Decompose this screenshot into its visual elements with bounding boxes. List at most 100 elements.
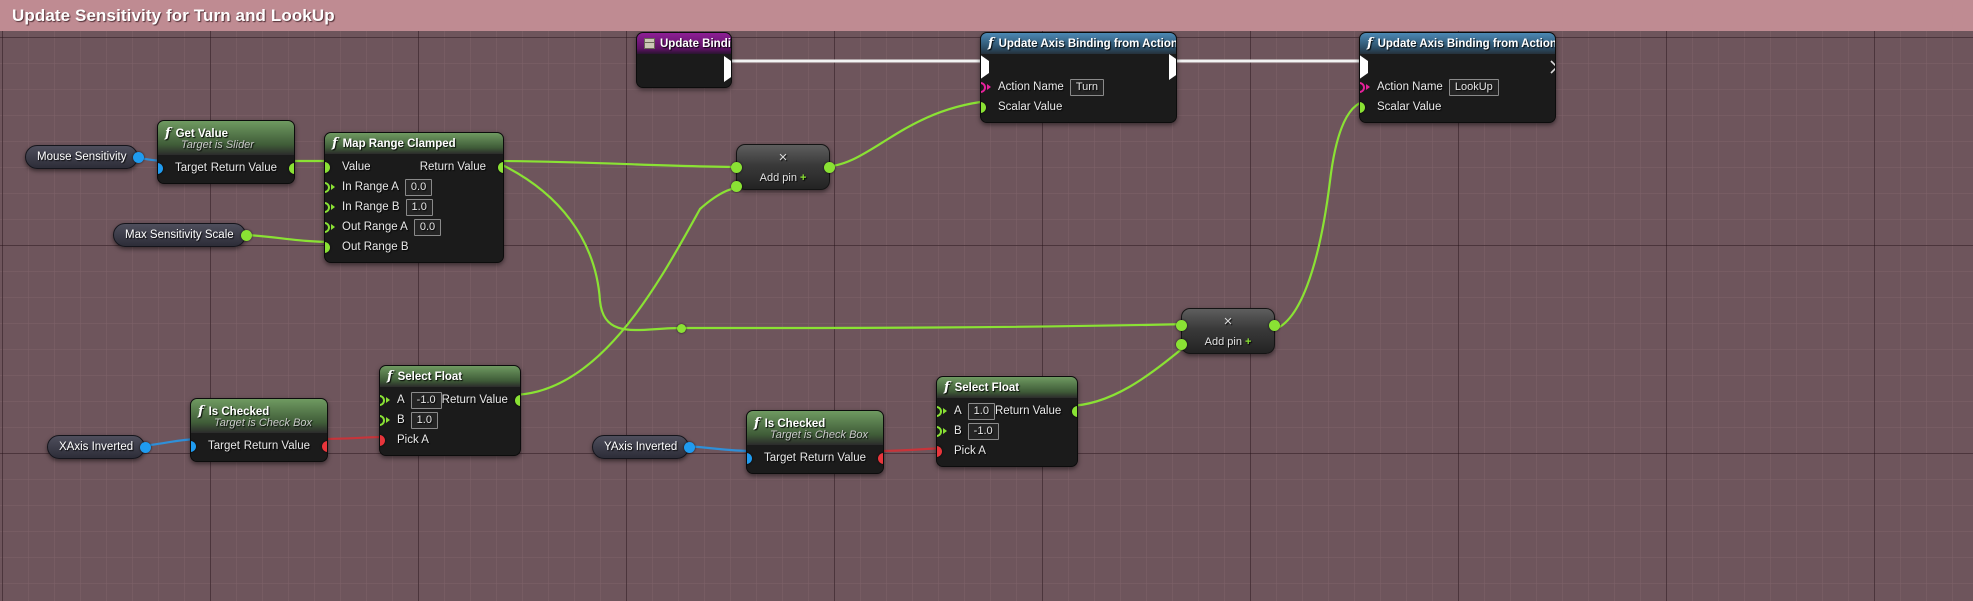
input-pin-label: Pick A [397,434,429,446]
input-pin-b[interactable] [937,425,947,437]
node-is-checked-y[interactable]: f Is Checked Target is Check Box Target … [746,410,884,474]
add-pin-button[interactable]: Add pin + [737,172,829,184]
event-icon [644,38,655,49]
input-pin-scalar-value[interactable] [981,101,986,113]
input-pin-target[interactable] [747,452,752,464]
input-pin-b[interactable] [380,414,390,426]
variable-node-max-sensitivity-scale[interactable]: Max Sensitivity Scale [113,223,252,247]
input-exec-pin[interactable] [981,54,989,80]
node-header: f Select Float [937,377,1077,398]
input-value-a[interactable]: 1.0 [967,402,995,420]
pin-row: Out Range B [325,237,503,257]
output-pin-return-value[interactable] [515,394,520,406]
output-pin-return-value[interactable] [878,452,883,464]
add-pin-button[interactable]: Add pin + [1182,336,1274,348]
add-pin-label: Add pin [759,172,797,184]
pin-row [981,54,1176,80]
input-pin-scalar-value[interactable] [1360,101,1365,113]
variable-node-xaxis-inverted[interactable]: XAxis Inverted [47,435,152,459]
pin-row: Action Name Turn [981,77,1176,97]
node-update-axis-binding-lookup[interactable]: f Update Axis Binding from Action Name A… [1359,32,1556,123]
node-body: A -1.0 Return Value B 1.0 Pick A [380,387,520,455]
node-header: f Map Range Clamped [325,133,503,154]
node-title: Update Axis Binding from Action Name [1377,37,1556,50]
variable-node-mouse-sensitivity[interactable]: Mouse Sensitivity [25,145,145,169]
input-exec-pin[interactable] [1360,54,1368,80]
input-pin-out-range-a[interactable] [325,221,335,233]
output-pin-dot[interactable] [133,151,145,163]
input-pin-target[interactable] [158,162,163,174]
input-value-b[interactable]: 1.0 [410,411,438,429]
node-select-float-y[interactable]: f Select Float A 1.0 Return Value B -1.0 [936,376,1078,467]
input-pin-out-range-b[interactable] [325,241,330,253]
node-update-axis-binding-turn[interactable]: f Update Axis Binding from Action Name A… [980,32,1177,123]
blueprint-graph-canvas[interactable]: Mouse Sensitivity Max Sensitivity Scale … [0,31,1973,601]
output-pin-dot[interactable] [240,229,252,241]
input-value-in-range-b[interactable]: 1.0 [405,198,433,216]
input-pin-label: In Range B [342,201,400,213]
input-value-a[interactable]: -1.0 [410,391,442,409]
input-value-b[interactable]: -1.0 [967,422,999,440]
output-pin-return-value[interactable] [1072,405,1077,417]
input-pin-action-name[interactable] [981,81,991,93]
output-pin-return-value[interactable] [498,161,503,173]
output-pin-label: Return Value [799,452,866,464]
input-pin-in-range-b[interactable] [325,201,335,213]
node-body: Action Name Turn Scalar Value [981,54,1176,122]
pin-row [637,56,731,82]
output-pin-label: Return Value [419,161,486,173]
input-pin-a[interactable] [380,394,390,406]
output-pin-label: Return Value [994,405,1062,417]
input-pin-action-name[interactable] [1360,81,1370,93]
input-pin-label: Action Name [998,81,1064,93]
pin-row: Value Return Value [325,157,503,177]
function-icon: f [332,136,338,151]
node-title: Update Axis Binding from Action Name [998,37,1177,50]
wire-reroute-knot[interactable] [677,324,686,333]
input-pin-a[interactable] [937,405,947,417]
pin-row: In Range A 0.0 [325,177,503,197]
input-value-out-range-a[interactable]: 0.0 [413,218,442,236]
input-pin-label: Pick A [954,445,986,457]
output-pin-return-value[interactable] [289,162,294,174]
node-header: f Is Checked Target is Check Box [191,399,327,433]
input-pin-pick-a[interactable] [937,445,942,457]
input-pin-in-range-a[interactable] [325,181,335,193]
output-pin-return-value[interactable] [322,440,327,452]
pin-row: Pick A [937,441,1077,461]
output-pin-dot[interactable] [140,441,152,453]
node-title: Select Float [397,370,463,383]
variable-label: XAxis Inverted [59,441,134,453]
output-exec-pin[interactable] [1169,54,1176,80]
input-pin-pick-a[interactable] [380,434,385,446]
pin-row: B -1.0 [937,421,1077,441]
node-get-value[interactable]: f Get Value Target is Slider Target Retu… [157,120,295,184]
node-update-bindings-event[interactable]: Update Bindings [636,32,732,88]
output-exec-pin-unconnected[interactable] [1550,60,1555,74]
node-header: f Get Value Target is Slider [158,121,294,155]
output-exec-pin[interactable] [724,56,731,82]
input-value-action-name[interactable]: LookUp [1448,78,1499,96]
node-header: f Update Axis Binding from Action Name [1360,33,1555,54]
node-multiply-turn[interactable]: × Add pin + [731,144,835,192]
node-map-range-clamped[interactable]: f Map Range Clamped Value Return Value I… [324,132,504,263]
input-pin-label: Value [342,161,371,173]
input-pin-label: In Range A [342,181,399,193]
node-is-checked-x[interactable]: f Is Checked Target is Check Box Target … [190,398,328,462]
input-pin-label: Action Name [1377,81,1443,93]
input-pin-label: Out Range B [342,241,409,253]
output-pin-label: Return Value [210,162,277,174]
node-select-float-x[interactable]: f Select Float A -1.0 Return Value B 1.0 [379,365,521,456]
node-multiply-lookup[interactable]: × Add pin + [1176,308,1280,354]
input-pin-label: A [397,394,405,406]
input-value-in-range-a[interactable]: 0.0 [404,178,433,196]
input-pin-label: Scalar Value [998,101,1063,113]
node-body: Action Name LookUp Scalar Value [1360,54,1555,122]
output-pin-dot[interactable] [684,441,696,453]
input-pin-value[interactable] [325,161,330,173]
input-pin-target[interactable] [191,440,196,452]
input-pin-label: Out Range A [342,221,408,233]
graph-title-bar: Update Sensitivity for Turn and LookUp [0,0,1973,31]
variable-node-yaxis-inverted[interactable]: YAxis Inverted [592,435,696,459]
input-value-action-name[interactable]: Turn [1069,78,1105,96]
